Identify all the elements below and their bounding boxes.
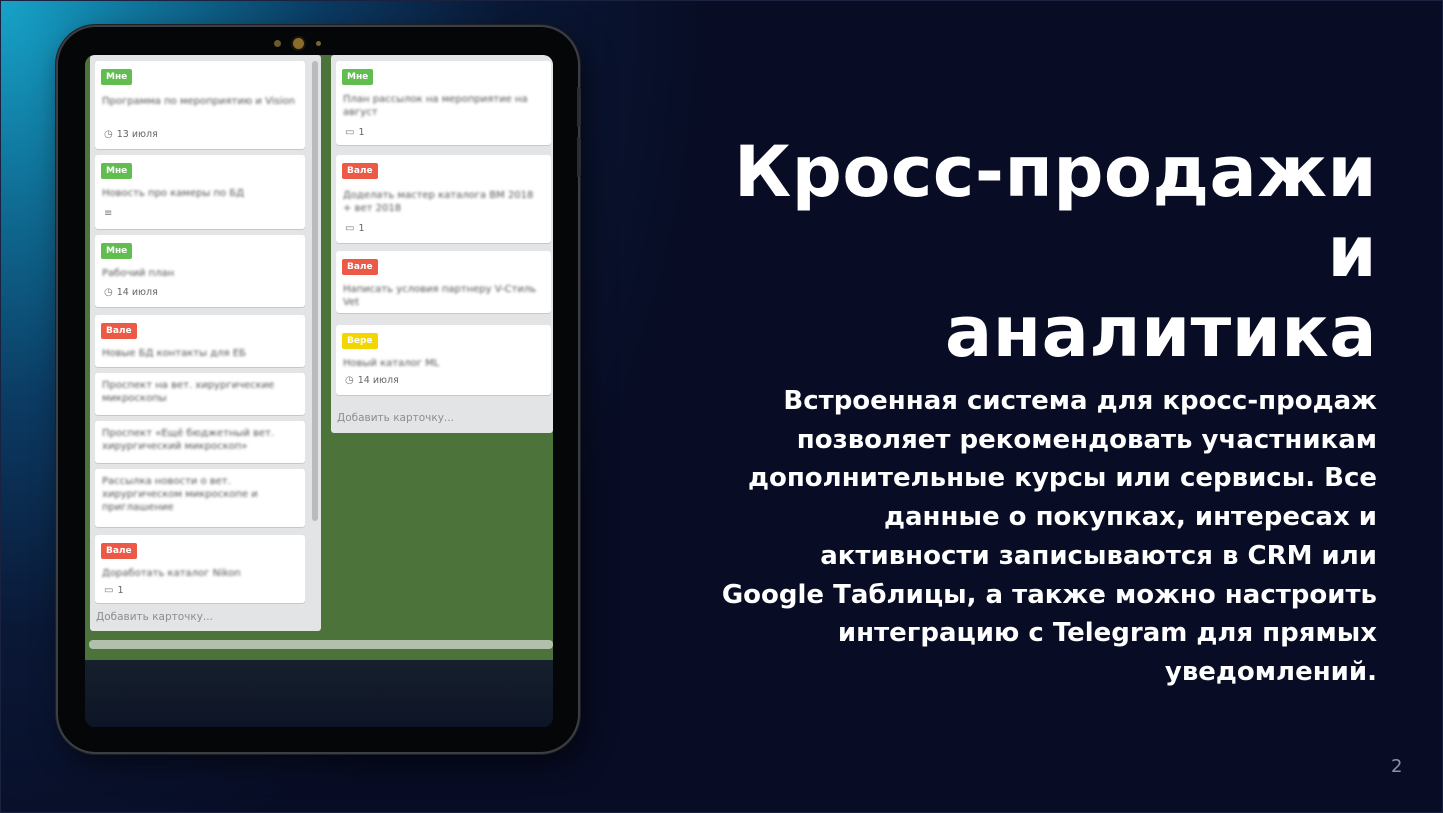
card-due-date: 13 июля <box>116 129 158 140</box>
card-title: План рассылок на мероприятие на август <box>343 94 528 118</box>
comment-icon: ▭ <box>345 127 355 138</box>
card-label: Вале <box>342 259 378 275</box>
tablet-sensor-icon <box>274 40 281 47</box>
slide-body-line: интеграцию с Telegram для прямых <box>837 618 1377 649</box>
board-card[interactable]: Проспект «Ещё бюджетный вет. хирургическ… <box>95 421 305 463</box>
tablet-mockup: Мне Программа по мероприятию и Vision ◷ 1… <box>58 27 581 752</box>
card-title: Новость про камеры по БД <box>102 188 245 199</box>
card-label: Мне <box>101 243 133 259</box>
card-meta: ◷ 13 июля <box>104 129 158 140</box>
description-icon: ≡ <box>104 208 113 219</box>
clock-icon: ◷ <box>104 129 113 140</box>
card-comment-count: 1 <box>358 223 365 234</box>
comment-icon: ▭ <box>104 585 114 596</box>
slide-body-line: Встроенная система для кросс-продаж <box>783 386 1377 416</box>
card-label: Вале <box>101 323 137 339</box>
card-meta: ≡ <box>104 208 112 219</box>
board-card[interactable]: Мне План рассылок на мероприятие на авгу… <box>336 61 551 145</box>
board-card[interactable]: Вале Доделать мастер каталога ВМ 2018 + … <box>336 155 551 243</box>
card-meta: ▭ 1 <box>345 223 365 234</box>
slide-body-line: позволяет рекомендовать участникам <box>796 424 1377 455</box>
card-meta: ▭ 1 <box>104 585 124 596</box>
card-comment-count: 1 <box>358 127 365 138</box>
slide-title: Кросс-продажи и аналитика <box>677 132 1377 372</box>
card-label: Вале <box>342 163 378 179</box>
board-card[interactable]: Мне Программа по мероприятию и Vision ◷ 1… <box>95 61 305 149</box>
card-title: Новый каталог ML <box>343 358 440 369</box>
board-card[interactable]: Вале Доработать каталог Nikon ▭ 1 <box>95 535 305 603</box>
slide-body: Встроенная система для кросс-продаж позв… <box>657 382 1377 692</box>
list-scrollbar[interactable] <box>312 61 318 521</box>
board-horizontal-scrollbar[interactable] <box>89 640 553 649</box>
card-title: Рассылка новости о вет. хирургическом ми… <box>102 476 258 513</box>
tablet-screen: Мне Программа по мероприятию и Vision ◷ 1… <box>85 55 553 727</box>
card-title: Проспект на вет. хирургические микроскоп… <box>102 380 275 404</box>
card-title: Программа по мероприятию и Vision <box>102 96 295 107</box>
tablet-camera-icon <box>293 38 304 49</box>
card-title: Проспект «Ещё бюджетный вет. хирургическ… <box>102 428 275 452</box>
add-card-button[interactable]: Добавить карточку... <box>337 412 454 424</box>
card-comment-count: 1 <box>117 585 124 596</box>
board-card[interactable]: Вере Новый каталог ML ◷ 14 июля <box>336 325 551 395</box>
slide-title-line: Кросс-продажи и <box>734 131 1377 293</box>
slide-body-line: дополнительные курсы или сервисы. Все <box>747 463 1377 494</box>
card-due-date: 14 июля <box>357 375 399 386</box>
clock-icon: ◷ <box>345 375 354 386</box>
card-title: Новые БД контакты для ЕБ <box>102 348 246 359</box>
card-due-date: 14 июля <box>116 287 158 298</box>
tablet-sensor-icon <box>316 41 321 46</box>
board-footer <box>85 660 553 727</box>
board-card[interactable]: Проспект на вет. хирургические микроскоп… <box>95 373 305 415</box>
board-card[interactable]: Мне Рабочий план ◷ 14 июля <box>95 235 305 307</box>
slide-body-line: активности записываются в CRM или <box>820 540 1377 571</box>
card-title: Доработать каталог Nikon <box>102 568 241 579</box>
card-label: Вале <box>101 543 137 559</box>
slide-title-line: аналитика <box>944 291 1377 373</box>
board-card[interactable]: Мне Новость про камеры по БД ≡ <box>95 155 305 229</box>
board-card[interactable]: Рассылка новости о вет. хирургическом ми… <box>95 469 305 527</box>
slide-body-line: уведомлений. <box>1164 656 1377 687</box>
clock-icon: ◷ <box>104 287 113 298</box>
board-card[interactable]: Вале Написать условия партнеру V-Стиль V… <box>336 251 551 313</box>
card-label: Вере <box>342 333 378 349</box>
card-title: Доделать мастер каталога ВМ 2018 + вет 2… <box>343 190 534 214</box>
tablet-side-button <box>577 87 581 127</box>
add-card-button[interactable]: Добавить карточку... <box>96 611 213 623</box>
card-label: Мне <box>101 69 133 85</box>
card-label: Мне <box>342 69 374 85</box>
card-meta: ◷ 14 июля <box>345 375 399 386</box>
board-list-2: Мне План рассылок на мероприятие на авгу… <box>331 55 553 433</box>
board-list-1: Мне Программа по мероприятию и Vision ◷ 1… <box>90 55 321 631</box>
card-label: Мне <box>101 163 133 179</box>
card-title: Написать условия партнеру V-Стиль Vet <box>343 284 537 308</box>
page-number: 2 <box>1391 756 1403 777</box>
board-card[interactable]: Вале Новые БД контакты для ЕБ <box>95 315 305 367</box>
tablet-side-button <box>577 137 581 177</box>
slide-body-line: Google Таблицы, а также можно настроить <box>721 579 1377 610</box>
card-title: Рабочий план <box>102 268 175 279</box>
slide-body-line: данные о покупках, интересах и <box>884 502 1377 533</box>
card-meta: ▭ 1 <box>345 127 365 138</box>
card-meta: ◷ 14 июля <box>104 287 158 298</box>
comment-icon: ▭ <box>345 223 355 234</box>
